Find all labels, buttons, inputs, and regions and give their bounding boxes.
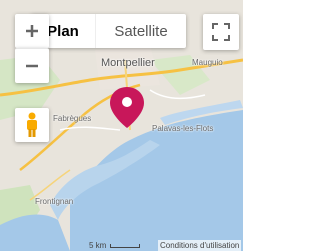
pegman-icon [27,112,37,137]
fullscreen-button[interactable] [203,14,239,50]
place-label-fabregues: Fabrègues [53,114,92,123]
street-view-pegman[interactable] [15,108,49,142]
map-type-control: Plan Satellite [31,14,186,48]
zoom-out-button[interactable] [15,48,49,83]
place-label-palavas: Palavas-les-Flots [152,124,214,133]
place-label-frontignan: Frontignan [35,197,74,206]
scale-label: 5 km [89,241,107,250]
map-footer: 5 km Conditions d'utilisation [0,239,243,251]
zoom-in-icon [26,25,38,37]
zoom-out-icon [26,64,38,68]
place-label-montpellier: Montpellier [101,57,155,69]
place-label-mauguio: Mauguio [192,58,223,67]
fullscreen-icon [212,23,230,41]
terms-link[interactable]: Conditions d'utilisation [158,240,242,251]
map-view[interactable]: Montpellier Mauguio Fabrègues Frontignan… [0,0,243,251]
tab-satellite[interactable]: Satellite [96,14,186,48]
zoom-in-button[interactable] [15,14,49,48]
scale-bar [110,244,140,248]
